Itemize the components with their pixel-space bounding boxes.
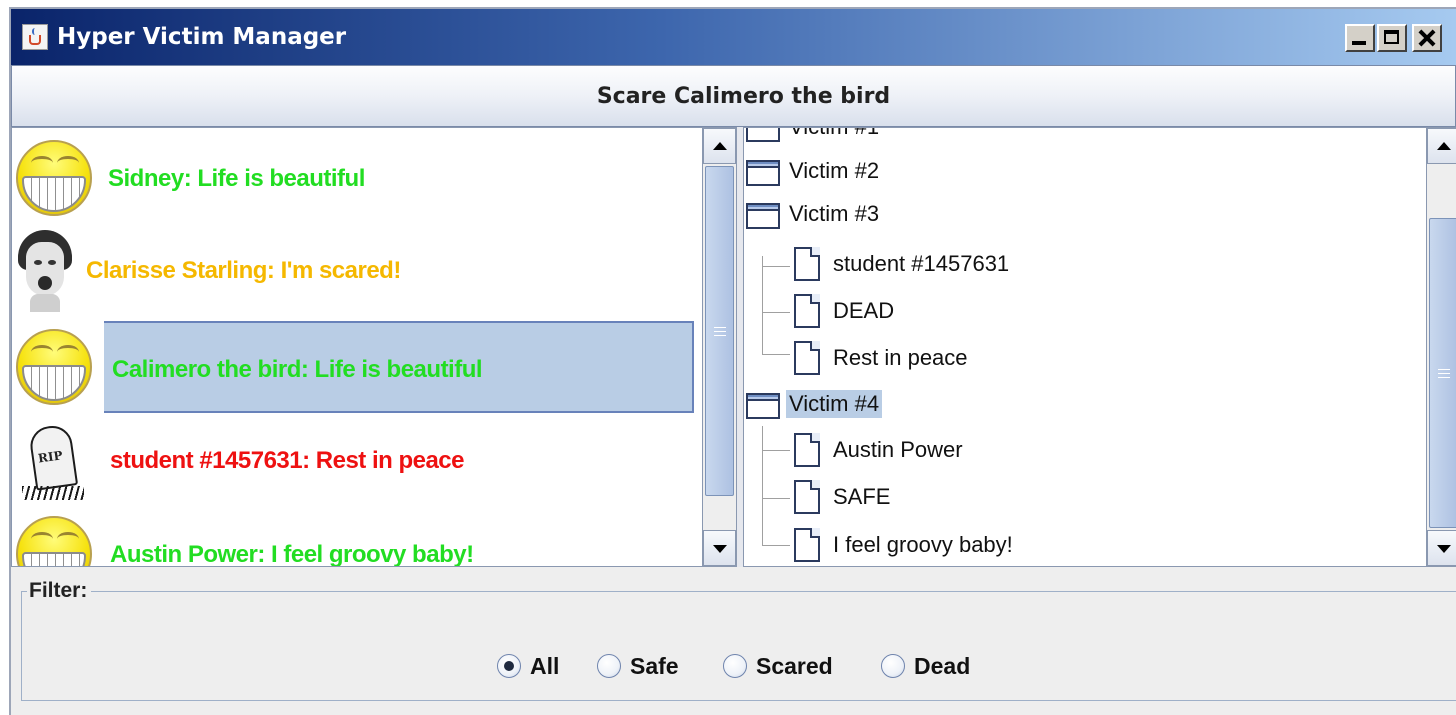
smiley-grin-icon: [12, 132, 104, 224]
file-icon: [794, 341, 822, 375]
scare-button-label: Scare Calimero the bird: [596, 84, 891, 109]
tree-node-label: student #1457631: [833, 251, 1010, 276]
tree-node-label: Austin Power: [833, 437, 963, 462]
tree-node-file[interactable]: DEAD: [744, 288, 1424, 334]
maximize-button[interactable]: [1377, 24, 1407, 52]
folder-icon: [746, 128, 782, 142]
filter-title: Filter:: [27, 579, 92, 603]
list-item-text: student #1457631: Rest in peace: [110, 447, 465, 474]
tombstone-icon: RIP: [12, 414, 104, 506]
filter-panel: Filter: All Safe Scared Dead: [11, 567, 1456, 715]
app-window: Hyper Victim Manager Scare Calimero the …: [9, 7, 1456, 715]
minimize-button[interactable]: [1345, 24, 1375, 52]
scroll-down-arrow-icon[interactable]: [1427, 530, 1456, 566]
split-pane: Sidney: Life is beautiful Clarisse Starl…: [11, 127, 1456, 567]
radio-unselected-icon[interactable]: [723, 654, 747, 678]
window-title: Hyper Victim Manager: [57, 24, 347, 50]
radio-selected-icon[interactable]: [497, 654, 521, 678]
smiley-grin-icon: [12, 508, 104, 566]
title-bar[interactable]: Hyper Victim Manager: [11, 9, 1456, 65]
tree-node-file[interactable]: Austin Power: [744, 427, 1424, 473]
tree-node-folder[interactable]: Victim #2: [744, 148, 1424, 194]
list-scrollbar[interactable]: [702, 128, 736, 566]
file-icon: [794, 247, 822, 281]
list-item[interactable]: Austin Power: I feel groovy baby!: [12, 508, 704, 567]
filter-radio-label: Dead: [914, 653, 971, 679]
file-icon: [794, 433, 822, 467]
tree-node-file[interactable]: Rest in peace: [744, 335, 1424, 381]
folder-icon: [746, 201, 782, 229]
filter-radio-label: Scared: [756, 653, 833, 679]
filter-radio-label: All: [530, 653, 560, 679]
tree-node-label: I feel groovy baby!: [833, 532, 1013, 557]
list-item-text: Clarisse Starling: I'm scared!: [86, 257, 401, 284]
java-app-icon[interactable]: [22, 24, 48, 50]
list-item[interactable]: RIP student #1457631: Rest in peace: [12, 414, 704, 506]
file-icon: [794, 294, 822, 328]
filter-group-box: [21, 591, 1456, 701]
tree-node-label: SAFE: [833, 484, 891, 509]
list-item[interactable]: Sidney: Life is beautiful: [12, 132, 704, 224]
radio-unselected-icon[interactable]: [597, 654, 621, 678]
scare-button[interactable]: Scare Calimero the bird: [11, 65, 1456, 127]
file-icon: [794, 528, 822, 562]
tree-scrollbar[interactable]: [1426, 128, 1456, 566]
tree-node-label: DEAD: [833, 298, 895, 323]
list-item[interactable]: Clarisse Starling: I'm scared!: [12, 224, 704, 316]
scroll-thumb[interactable]: [1429, 218, 1456, 528]
scroll-up-arrow-icon[interactable]: [703, 128, 736, 164]
tree-node-folder-selected[interactable]: Victim #4: [744, 381, 1424, 427]
tree-node-file[interactable]: student #1457631: [744, 241, 1424, 287]
filter-radio-label: Safe: [630, 653, 679, 679]
tree-node-label: Victim #3: [789, 201, 880, 226]
tree-node-file[interactable]: I feel groovy baby!: [744, 522, 1424, 566]
list-item-text: Austin Power: I feel groovy baby!: [110, 541, 474, 567]
list-item-text: Calimero the bird: Life is beautiful: [112, 356, 483, 383]
victims-list[interactable]: Sidney: Life is beautiful Clarisse Starl…: [11, 127, 737, 567]
folder-icon: [746, 158, 782, 186]
folder-icon: [746, 391, 782, 419]
scroll-thumb[interactable]: [705, 166, 734, 496]
tree-node-label: Rest in peace: [833, 345, 968, 370]
victim-tree[interactable]: Victim #1 Victim #2 Victim #3 student #1…: [743, 127, 1456, 567]
file-icon: [794, 480, 822, 514]
tree-node-label: Victim #4: [786, 390, 883, 418]
radio-unselected-icon[interactable]: [881, 654, 905, 678]
list-item-text: Sidney: Life is beautiful: [108, 165, 365, 192]
tree-node-file[interactable]: SAFE: [744, 474, 1424, 520]
scroll-down-arrow-icon[interactable]: [703, 530, 736, 566]
smiley-grin-icon: [12, 321, 104, 413]
tree-node-folder[interactable]: Victim #1: [744, 128, 1424, 150]
tree-node-label: Victim #1: [786, 128, 882, 141]
tree-node-folder[interactable]: Victim #3: [744, 191, 1424, 237]
close-button[interactable]: [1412, 24, 1442, 52]
tree-node-label: Victim #2: [789, 158, 880, 183]
scroll-up-arrow-icon[interactable]: [1427, 128, 1456, 164]
list-item-selected[interactable]: Calimero the bird: Life is beautiful: [12, 321, 694, 413]
